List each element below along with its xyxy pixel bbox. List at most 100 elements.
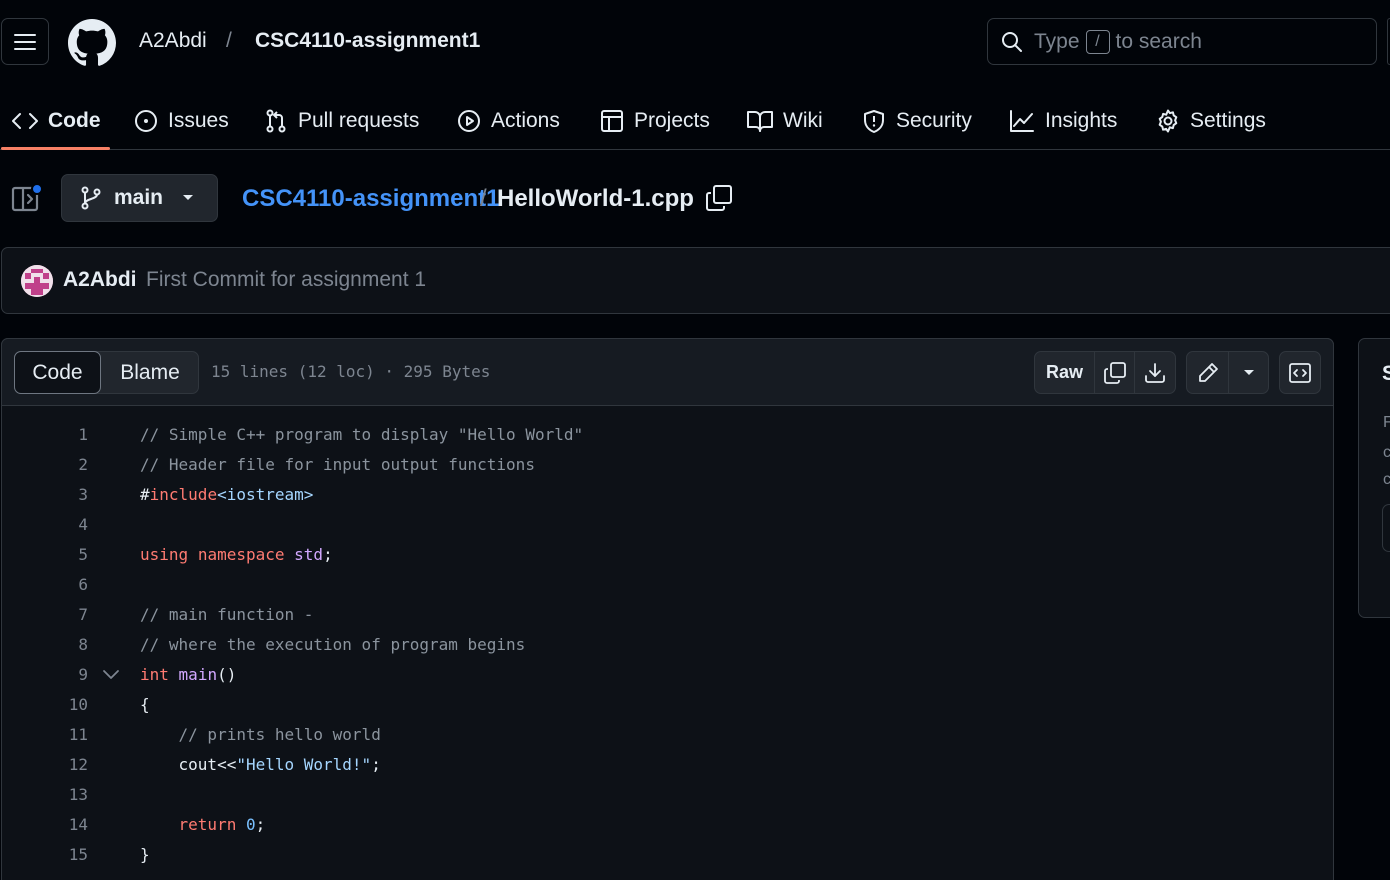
hamburger-icon bbox=[14, 33, 36, 50]
tab-actions-label: Actions bbox=[491, 108, 560, 132]
download-button[interactable] bbox=[1135, 352, 1175, 393]
search-placeholder: Type / to search bbox=[1034, 29, 1202, 54]
code-line: 7 // main function - bbox=[1, 599, 1334, 629]
line-number[interactable]: 2 bbox=[28, 455, 88, 474]
breadcrumb-repo[interactable]: CSC4110-assignment1 bbox=[255, 29, 480, 53]
git-pull-request-icon bbox=[266, 109, 286, 132]
copy-path-icon[interactable] bbox=[705, 184, 733, 212]
code-square-icon bbox=[1289, 362, 1311, 383]
line-number[interactable]: 4 bbox=[28, 515, 88, 534]
code-line: 13 bbox=[1, 779, 1334, 809]
tab-pull-requests[interactable]: Pull requests bbox=[264, 92, 419, 149]
search-placeholder-prefix: Type bbox=[1034, 29, 1080, 53]
symbols-panel-heading: S bbox=[1382, 362, 1390, 385]
code-line: 2 // Header file for input output functi… bbox=[1, 449, 1334, 479]
line-content: #include<iostream> bbox=[140, 484, 314, 504]
gear-icon bbox=[1158, 109, 1178, 132]
tab-issues[interactable]: Issues bbox=[134, 92, 229, 149]
download-icon bbox=[1145, 362, 1165, 383]
tab-projects[interactable]: Projects bbox=[600, 92, 710, 149]
symbols-panel-button[interactable] bbox=[1280, 352, 1320, 393]
edit-file-button[interactable] bbox=[1187, 352, 1229, 393]
line-number[interactable]: 14 bbox=[28, 815, 88, 834]
line-number[interactable]: 8 bbox=[28, 635, 88, 654]
copy-icon bbox=[1103, 361, 1126, 384]
code-line: 9 int main() bbox=[1, 659, 1334, 689]
search-shortcut-key: / bbox=[1085, 29, 1110, 54]
table-icon bbox=[601, 109, 623, 132]
line-content: return 0; bbox=[178, 814, 266, 834]
tab-wiki[interactable]: Wiki bbox=[747, 92, 823, 149]
fold-toggle[interactable] bbox=[102, 659, 120, 689]
line-number[interactable]: 10 bbox=[28, 695, 88, 714]
breadcrumb-owner[interactable]: A2Abdi bbox=[139, 29, 207, 53]
tab-code[interactable]: Code bbox=[12, 92, 101, 149]
line-number[interactable]: 9 bbox=[28, 665, 88, 684]
edit-dropdown-button[interactable] bbox=[1229, 352, 1268, 393]
line-number[interactable]: 3 bbox=[28, 485, 88, 504]
line-number[interactable]: 5 bbox=[28, 545, 88, 564]
issue-opened-icon bbox=[135, 109, 157, 132]
line-content: { bbox=[140, 694, 150, 714]
tab-security-label: Security bbox=[896, 108, 972, 132]
file-path-repo-link[interactable]: CSC4110-assignment1 bbox=[242, 185, 499, 213]
line-content: cout<<"Hello World!"; bbox=[140, 754, 381, 774]
copy-raw-button[interactable] bbox=[1095, 352, 1135, 393]
line-number[interactable]: 13 bbox=[28, 785, 88, 804]
blame-view-button[interactable]: Blame bbox=[101, 351, 199, 394]
play-icon bbox=[458, 109, 480, 132]
file-name: HelloWorld-1.cpp bbox=[497, 185, 694, 212]
tab-actions[interactable]: Actions bbox=[457, 92, 560, 149]
avatar[interactable] bbox=[21, 265, 53, 297]
raw-actions-group: Raw bbox=[1034, 351, 1176, 394]
graph-icon bbox=[1010, 109, 1034, 132]
symbols-panel-button-edge[interactable] bbox=[1382, 504, 1390, 552]
shield-icon bbox=[864, 109, 884, 133]
tab-security[interactable]: Security bbox=[862, 92, 972, 149]
symbols-panel-text: c bbox=[1383, 444, 1390, 461]
search-placeholder-suffix: to search bbox=[1115, 29, 1202, 53]
code-line: 10 { bbox=[1, 689, 1334, 719]
pencil-icon bbox=[1198, 362, 1218, 382]
line-number[interactable]: 11 bbox=[28, 725, 88, 744]
symbols-toggle-group bbox=[1279, 351, 1321, 394]
code-line: 3 #include<iostream> bbox=[1, 479, 1334, 509]
code-line: 15 } bbox=[1, 839, 1334, 869]
code-line: 5 using namespace std; bbox=[1, 539, 1334, 569]
tab-settings-label: Settings bbox=[1190, 108, 1266, 132]
line-number[interactable]: 12 bbox=[28, 755, 88, 774]
commit-author[interactable]: A2Abdi bbox=[63, 268, 137, 292]
file-path-separator: / bbox=[480, 185, 487, 212]
line-number[interactable]: 7 bbox=[28, 605, 88, 624]
code-icon bbox=[12, 112, 38, 129]
raw-button[interactable]: Raw bbox=[1035, 352, 1095, 393]
line-number[interactable]: 1 bbox=[28, 425, 88, 444]
line-number[interactable]: 15 bbox=[28, 845, 88, 864]
branch-selector-button[interactable]: main bbox=[61, 174, 218, 222]
tab-insights[interactable]: Insights bbox=[1009, 92, 1117, 149]
line-content: // main function - bbox=[140, 604, 314, 624]
code-line: 1 // Simple C++ program to display "Hell… bbox=[1, 419, 1334, 449]
commit-message[interactable]: First Commit for assignment 1 bbox=[146, 268, 426, 292]
line-number[interactable]: 6 bbox=[28, 575, 88, 594]
code-line: 4 bbox=[1, 509, 1334, 539]
line-content: int main() bbox=[140, 664, 237, 684]
github-logo-icon[interactable] bbox=[68, 19, 116, 67]
line-content: using namespace std; bbox=[140, 544, 333, 564]
line-content: } bbox=[140, 844, 150, 864]
code-line: 6 bbox=[1, 569, 1334, 599]
tab-settings[interactable]: Settings bbox=[1156, 92, 1266, 149]
code-line: 14 return 0; bbox=[1, 809, 1334, 839]
edit-actions-group bbox=[1186, 351, 1269, 394]
code-line: 11 // prints hello world bbox=[1, 719, 1334, 749]
tab-code-label: Code bbox=[48, 108, 101, 132]
open-menu-button[interactable] bbox=[1, 18, 49, 65]
triangle-down-icon bbox=[183, 195, 194, 200]
tab-insights-label: Insights bbox=[1045, 108, 1118, 132]
tab-wiki-label: Wiki bbox=[783, 108, 823, 132]
notification-dot bbox=[31, 183, 43, 195]
symbols-panel-text: c bbox=[1383, 471, 1390, 488]
search-input[interactable]: Type / to search bbox=[987, 18, 1377, 65]
code-view-button[interactable]: Code bbox=[14, 351, 101, 394]
tab-projects-label: Projects bbox=[634, 108, 710, 132]
